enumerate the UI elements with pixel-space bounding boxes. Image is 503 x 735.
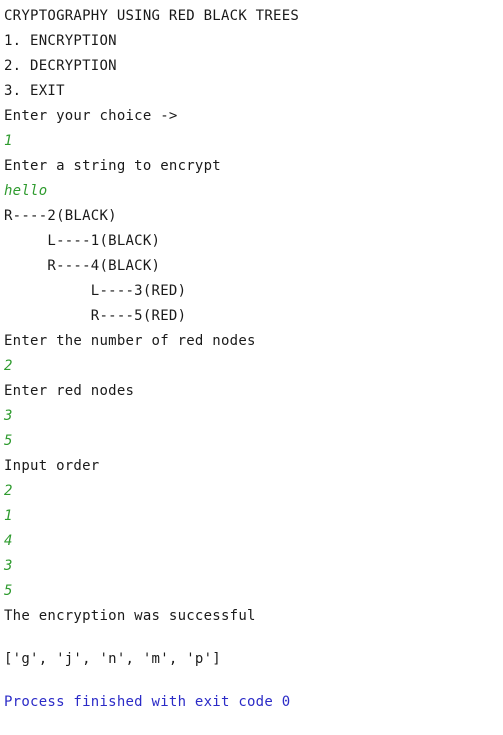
console-output-line: The encryption was successful (4, 608, 256, 624)
console-output-line: Input order (4, 458, 100, 474)
console-output-pane[interactable]: CRYPTOGRAPHY USING RED BLACK TREES 1. ENC… (0, 0, 503, 735)
console-input-line: hello (4, 183, 48, 199)
console-output-line: R----5(RED) (4, 308, 187, 324)
console-output-line: L----1(BLACK) (4, 233, 161, 249)
console-input-line: 1 (4, 508, 13, 524)
console-input-line: 5 (4, 583, 13, 599)
console-output-line: R----2(BLACK) (4, 208, 117, 224)
console-input-line: 3 (4, 408, 13, 424)
console-output-line: ['g', 'j', 'n', 'm', 'p'] (4, 651, 221, 667)
console-output-line: Enter the number of red nodes (4, 333, 256, 349)
console-input-line: 2 (4, 483, 13, 499)
console-output-line: 2. DECRYPTION (4, 58, 117, 74)
console-output-line: L----3(RED) (4, 283, 187, 299)
console-system-line: Process finished with exit code 0 (4, 694, 291, 710)
console-output-line: Enter a string to encrypt (4, 158, 221, 174)
console-output-line: Enter your choice -> (4, 108, 178, 124)
console-output-line: CRYPTOGRAPHY USING RED BLACK TREES (4, 8, 300, 24)
console-input-line: 3 (4, 558, 13, 574)
console-output-line: 1. ENCRYPTION (4, 33, 117, 49)
console-output-line: Enter red nodes (4, 383, 135, 399)
console-output-line: R----4(BLACK) (4, 258, 161, 274)
console-input-line: 2 (4, 358, 13, 374)
console-input-line: 5 (4, 433, 13, 449)
console-input-line: 4 (4, 533, 13, 549)
console-input-line: 1 (4, 133, 13, 149)
console-output-line: 3. EXIT (4, 83, 65, 99)
